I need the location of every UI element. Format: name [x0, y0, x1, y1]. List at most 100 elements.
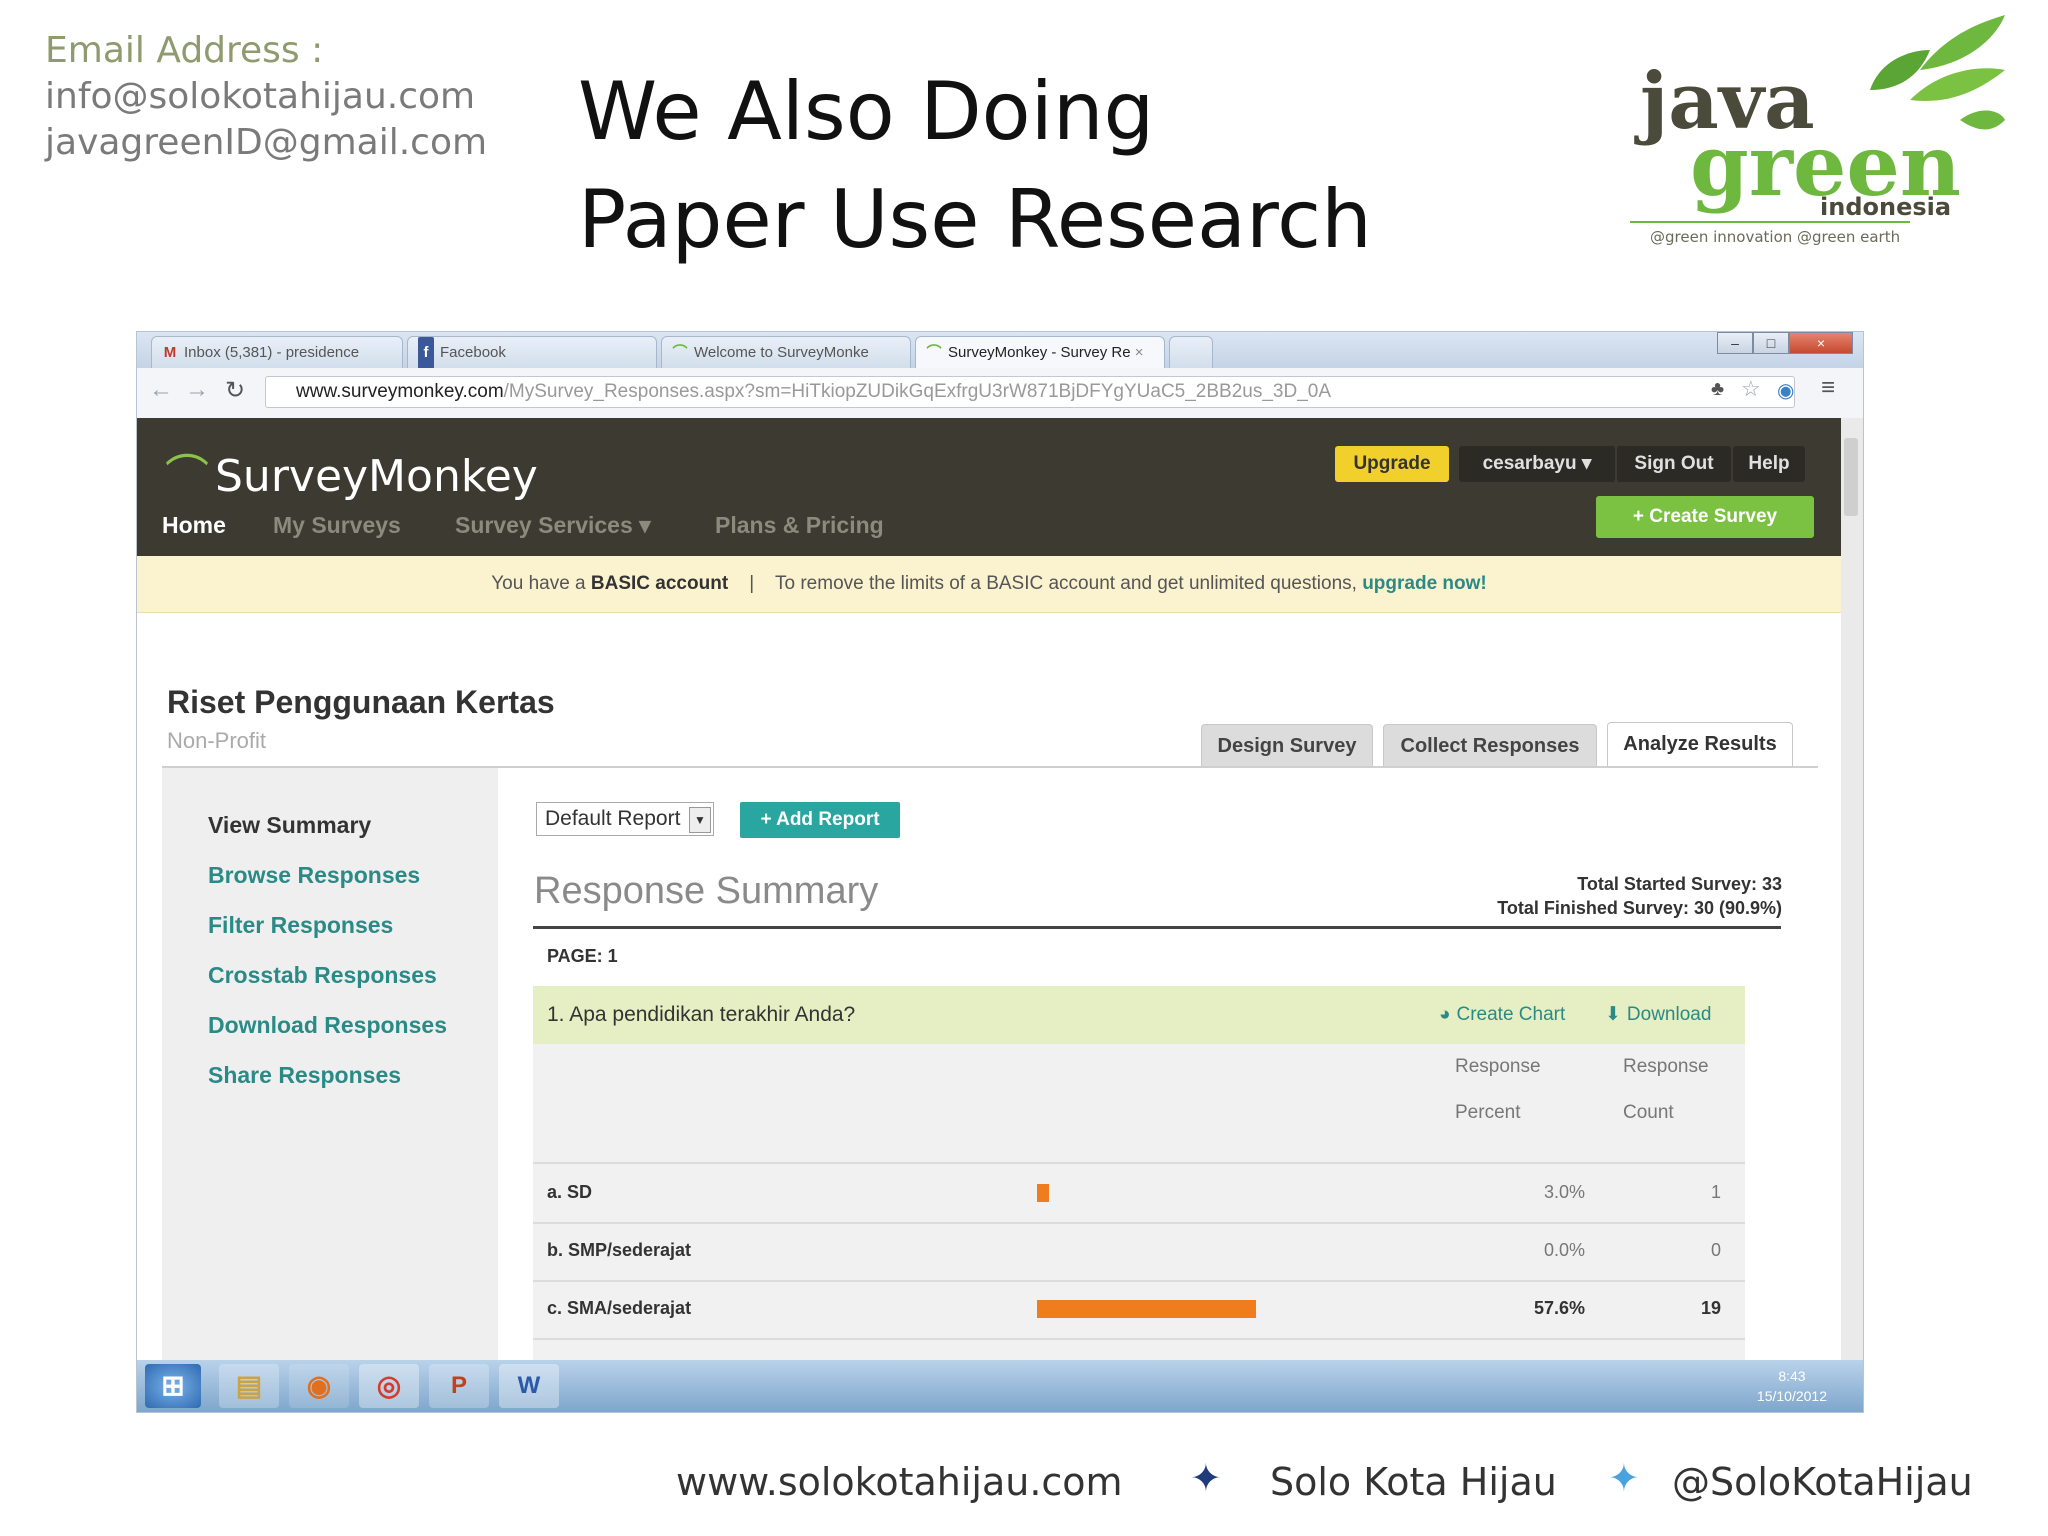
surveymonkey-logo[interactable]: ⌒ SurveyMonkey [165, 440, 538, 504]
email-block: Email Address : info@solokotahijau.com j… [45, 28, 487, 166]
response-percent: 57.6% [1533, 1298, 1585, 1318]
response-percent: 0.0% [1543, 1240, 1585, 1260]
explorer-icon[interactable]: ▤ [219, 1364, 279, 1408]
page-scrollbar[interactable] [1841, 418, 1863, 1388]
window-controls: – □ × [1717, 332, 1857, 356]
facebook-icon: ✦ [1190, 1456, 1222, 1500]
browser-tab-active[interactable]: ⌒ SurveyMonkey - Survey Re × [915, 336, 1165, 368]
footer-twitter: @SoloKotaHijau [1672, 1460, 1973, 1504]
gmail-icon: M [163, 344, 177, 361]
download-link[interactable]: ⬇ Download [1605, 986, 1711, 1044]
tab-design-survey[interactable]: Design Survey [1201, 724, 1373, 766]
response-row-label: a. SD [547, 1182, 593, 1202]
survey-title: Riset Penggunaan Kertas [167, 684, 555, 720]
menu-icon[interactable]: ≡ [1821, 374, 1835, 402]
browser-tab[interactable]: M Inbox (5,381) - presidence [151, 336, 403, 368]
user-menu[interactable]: cesarbayu ▾ [1459, 446, 1615, 482]
nav-survey-services[interactable]: Survey Services ▾ [455, 512, 651, 539]
browser-screenshot: M Inbox (5,381) - presidence f Facebook ⌒ W… [137, 332, 1863, 1412]
back-icon[interactable]: ← [149, 376, 173, 404]
browser-tab-strip: M Inbox (5,381) - presidence f Facebook ⌒ W… [137, 332, 1863, 368]
col-header-count: Response Count [1623, 1056, 1709, 1123]
sidebar-item-share-responses[interactable]: Share Responses [208, 1062, 401, 1089]
create-survey-button[interactable]: + Create Survey [1596, 496, 1814, 538]
browser-tab[interactable]: ⌒ Welcome to SurveyMonke [661, 336, 911, 368]
row-divider [533, 1162, 1745, 1164]
word-icon[interactable]: W [499, 1364, 559, 1408]
tab-analyze-results[interactable]: Analyze Results [1607, 722, 1793, 768]
sidebar-item-browse-responses[interactable]: Browse Responses [208, 862, 420, 889]
browser-tab[interactable]: f Facebook [407, 336, 657, 368]
results-sidebar: View Summary Browse Responses Filter Res… [162, 768, 498, 1388]
sign-out-button[interactable]: Sign Out [1617, 446, 1731, 482]
response-table: Response Percent Response Count a. SD 3.0% 1… [533, 1044, 1745, 1412]
url-input[interactable]: www.surveymonkey.com/MySurvey_Responses.… [265, 376, 1795, 408]
nav-plans-pricing[interactable]: Plans & Pricing [715, 512, 884, 539]
scrollbar-thumb[interactable] [1844, 438, 1858, 516]
close-window-icon[interactable]: × [1789, 332, 1853, 354]
col-header-percent: Response Percent [1455, 1056, 1541, 1123]
row-divider [533, 1280, 1745, 1282]
total-started: Total Started Survey: 33 [1577, 874, 1782, 894]
windows-taskbar: ⊞ ▤ ◉ ◎ P W 8:43 15/10/2012 [137, 1360, 1863, 1412]
firefox-icon[interactable]: ◉ [289, 1364, 349, 1408]
minimize-icon[interactable]: – [1717, 332, 1753, 354]
download-icon: ⬇ [1605, 1004, 1621, 1025]
start-button-icon[interactable]: ⊞ [145, 1364, 201, 1408]
row-divider [533, 1338, 1745, 1340]
logo-tagline: @green innovation @green earth [1650, 228, 1900, 246]
summary-divider [533, 926, 1781, 929]
create-chart-link[interactable]: ◕ Create Chart [1439, 986, 1565, 1044]
sidebar-item-crosstab-responses[interactable]: Crosstab Responses [208, 962, 437, 989]
page-label: PAGE: 1 [547, 946, 618, 966]
response-count: 19 [1700, 1298, 1721, 1318]
upgrade-button[interactable]: Upgrade [1335, 446, 1449, 482]
upgrade-now-link[interactable]: upgrade now! [1362, 573, 1487, 594]
tab-collect-responses[interactable]: Collect Responses [1383, 724, 1597, 766]
taskbar-clock[interactable]: 8:43 15/10/2012 [1757, 1366, 1827, 1406]
response-bar [1037, 1300, 1256, 1318]
response-count: 0 [1710, 1240, 1721, 1260]
slide-title-line: We Also Doing [578, 65, 1155, 158]
reload-icon[interactable]: ↻ [225, 376, 245, 405]
sidebar-item-download-responses[interactable]: Download Responses [208, 1012, 447, 1039]
survey-category: Non-Profit [167, 728, 267, 753]
sidebar-item-filter-responses[interactable]: Filter Responses [208, 912, 393, 939]
account-notice: You have a BASIC account | To remove the… [137, 556, 1841, 613]
slide-title: We Also Doing Paper Use Research [578, 58, 1372, 274]
maximize-icon[interactable]: □ [1753, 332, 1789, 354]
add-report-button[interactable]: + Add Report [740, 802, 900, 838]
response-row-label: c. SMA/sederajat [547, 1298, 692, 1318]
logo-word-indonesia: indonesia [1820, 193, 1951, 221]
close-tab-icon[interactable]: × [1135, 344, 1144, 361]
powerpoint-icon[interactable]: P [429, 1364, 489, 1408]
total-finished: Total Finished Survey: 30 (90.9%) [1497, 898, 1782, 918]
extension-icon[interactable]: ♣ [1711, 378, 1724, 401]
email-address: info@solokotahijau.com [45, 76, 476, 117]
nav-home[interactable]: Home [162, 512, 226, 539]
twitter-icon: ✦ [1608, 1456, 1640, 1500]
email-label: Email Address : [45, 30, 324, 71]
sidebar-item-view-summary[interactable]: View Summary [208, 812, 371, 839]
slide-title-line: Paper Use Research [578, 173, 1372, 266]
new-tab-button[interactable] [1169, 336, 1213, 368]
response-row-label: b. SMP/sederajat [547, 1240, 692, 1260]
response-count: 1 [1710, 1182, 1721, 1202]
footer-website: www.solokotahijau.com [676, 1460, 1123, 1504]
forward-icon[interactable]: → [185, 376, 209, 404]
email-address: javagreenID@gmail.com [45, 122, 488, 163]
pie-chart-icon: ◕ [1439, 1004, 1451, 1025]
facebook-icon: f [418, 337, 434, 368]
response-bar [1037, 1184, 1049, 1202]
nav-my-surveys[interactable]: My Surveys [273, 512, 401, 539]
eye-icon[interactable]: ◉ [1777, 378, 1794, 403]
report-select[interactable]: Default Report ▼ [536, 802, 714, 836]
star-icon[interactable]: ☆ [1741, 376, 1761, 402]
java-green-logo: java green indonesia @green innovation @… [1630, 15, 2005, 246]
footer-facebook: Solo Kota Hijau [1270, 1460, 1557, 1504]
response-percent: 3.0% [1543, 1182, 1585, 1202]
help-button[interactable]: Help [1733, 446, 1805, 482]
row-divider [533, 1222, 1745, 1224]
chrome-icon[interactable]: ◎ [359, 1364, 419, 1408]
question-text: 1. Apa pendidikan terakhir Anda? [547, 1003, 856, 1026]
